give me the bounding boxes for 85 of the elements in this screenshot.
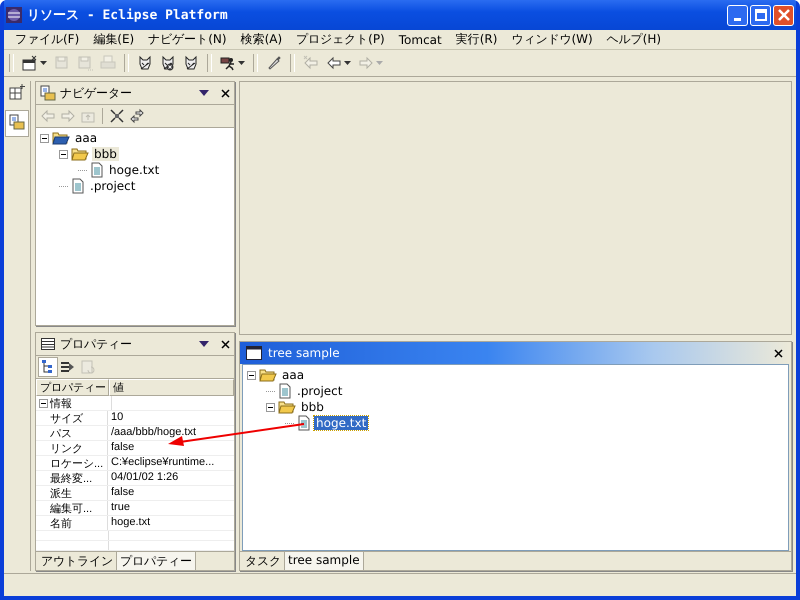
runner-icon[interactable] <box>220 55 236 71</box>
marker-icon[interactable] <box>266 55 282 71</box>
property-value: /aaa/bbb/hoge.txt <box>110 426 198 440</box>
cat-stop-icon[interactable] <box>160 55 176 71</box>
folder-icon <box>71 147 89 161</box>
expander-box[interactable] <box>40 134 49 142</box>
menu-item[interactable]: 編集(E) <box>86 31 142 48</box>
panel-title: ナビゲーター <box>60 84 133 102</box>
expander-box[interactable] <box>59 150 68 158</box>
property-name: サイズ <box>36 411 108 425</box>
panel-title: プロパティー <box>60 336 133 352</box>
back-arrow-icon[interactable] <box>326 55 342 71</box>
menu-item[interactable]: ウィンドウ(W) <box>504 31 600 48</box>
collapse-icon[interactable] <box>109 108 125 124</box>
resource-icon[interactable] <box>40 85 56 101</box>
folder-icon <box>259 368 277 382</box>
view-menu-icon[interactable] <box>199 90 209 96</box>
property-name: 名前 <box>36 516 108 530</box>
property-name: リンク <box>36 441 108 455</box>
resource-icon[interactable] <box>9 114 25 130</box>
menu-item[interactable]: 検索(A) <box>234 31 290 48</box>
column-header[interactable]: プロパティー <box>36 379 109 396</box>
dropdown-arrow-icon[interactable] <box>40 61 47 65</box>
column-header[interactable]: 値 <box>109 379 234 396</box>
menu-item[interactable]: プロジェクト(P) <box>289 31 392 48</box>
minimize-icon <box>734 18 741 20</box>
close-icon <box>778 9 790 21</box>
window-title: リソース - Eclipse Platform <box>27 7 229 24</box>
menu-item[interactable]: ヘルプ(H) <box>600 31 668 48</box>
property-value: hoge.txt <box>110 516 152 530</box>
maximize-button[interactable] <box>750 4 771 26</box>
cat-icon[interactable] <box>137 55 153 71</box>
tree-item[interactable]: aaa <box>73 131 100 145</box>
panel-title: tree sample <box>268 346 341 360</box>
app-icon <box>6 7 22 23</box>
property-name: パス <box>36 426 108 440</box>
expander-box[interactable] <box>247 370 256 380</box>
category-label[interactable]: 情報 <box>50 396 72 410</box>
tree-item[interactable]: hoge.txt <box>314 416 368 430</box>
tab[interactable]: tree sample <box>285 552 364 570</box>
close-icon[interactable] <box>774 348 783 358</box>
file-icon <box>297 415 311 431</box>
file-icon <box>278 383 292 399</box>
project-folder-icon <box>52 131 70 145</box>
tree-item[interactable]: bbb <box>92 147 119 161</box>
view-menu-icon[interactable] <box>199 341 209 347</box>
menu-item[interactable]: ファイル(F) <box>8 31 86 48</box>
property-name: 最終変... <box>36 471 108 485</box>
property-value: C:¥eclipse¥runtime... <box>110 456 216 470</box>
filter-icon[interactable] <box>60 359 76 375</box>
property-value: true <box>110 501 131 515</box>
property-name: 派生 <box>36 486 108 500</box>
property-value: false <box>110 486 136 500</box>
property-name: 編集可... <box>36 501 108 515</box>
window-icon <box>246 346 262 360</box>
tab[interactable]: プロパティー <box>117 552 196 570</box>
expander-box[interactable] <box>39 398 48 408</box>
close-icon[interactable] <box>221 340 230 348</box>
tree-item[interactable]: .project <box>295 384 344 398</box>
property-value: false <box>110 441 136 455</box>
tree-item[interactable]: bbb <box>299 400 326 414</box>
dropdown-arrow-icon[interactable] <box>344 61 351 65</box>
cat-icon[interactable] <box>183 55 199 71</box>
link-arrows-icon[interactable] <box>129 108 145 124</box>
property-name: ロケーシ... <box>36 456 108 470</box>
tree-item[interactable]: aaa <box>280 368 306 382</box>
new-file-icon[interactable] <box>22 55 38 71</box>
file-icon <box>71 178 85 194</box>
property-value: 10 <box>110 411 124 425</box>
close-icon[interactable] <box>221 88 230 98</box>
folder-icon <box>278 400 296 414</box>
maximize-icon <box>754 9 766 21</box>
dropdown-arrow-icon[interactable] <box>238 61 245 65</box>
file-icon <box>90 162 104 178</box>
expander-box[interactable] <box>266 402 275 412</box>
menu-item[interactable]: ナビゲート(N) <box>141 31 234 48</box>
tree-item[interactable]: .project <box>88 179 138 193</box>
tree-item[interactable]: hoge.txt <box>107 163 162 177</box>
open-perspective-icon[interactable] <box>9 84 25 100</box>
close-button[interactable] <box>773 4 794 26</box>
property-value: 04/01/02 1:26 <box>110 471 180 485</box>
menu-item[interactable]: Tomcat <box>392 32 449 46</box>
table-icon <box>40 336 56 352</box>
menu-item[interactable]: 実行(R) <box>448 31 504 48</box>
minimize-button[interactable] <box>727 4 748 26</box>
